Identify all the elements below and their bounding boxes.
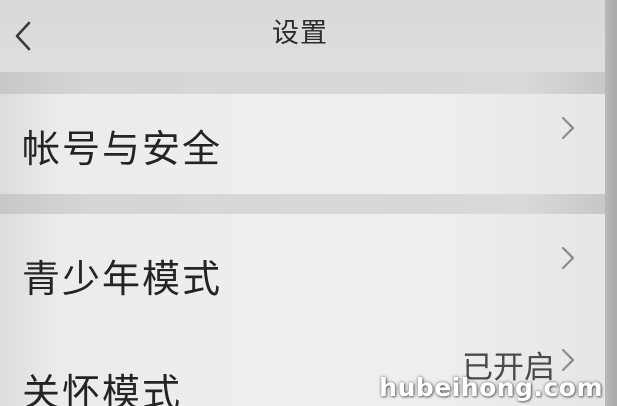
settings-screen: 设置 帐号与安全 青少年模式 关怀模式 已开启 hubeihong.com: [0, 0, 617, 406]
chevron-right-icon: [561, 348, 575, 372]
settings-item-label: 关怀模式: [22, 371, 183, 406]
section-gap: [0, 194, 617, 214]
watermark-text: hubeihong.com: [379, 373, 603, 402]
settings-item-teen-mode[interactable]: 青少年模式: [0, 214, 605, 318]
screen-edge: [605, 0, 617, 406]
settings-item-label: 青少年模式: [22, 257, 223, 301]
settings-item-account-security[interactable]: 帐号与安全: [0, 94, 605, 194]
page-title: 设置: [272, 18, 328, 49]
section-gap: [0, 72, 617, 94]
chevron-right-icon: [561, 246, 575, 270]
chevron-right-icon: [561, 116, 575, 140]
nav-bar: 设置: [0, 0, 617, 72]
settings-item-label: 帐号与安全: [22, 127, 223, 171]
